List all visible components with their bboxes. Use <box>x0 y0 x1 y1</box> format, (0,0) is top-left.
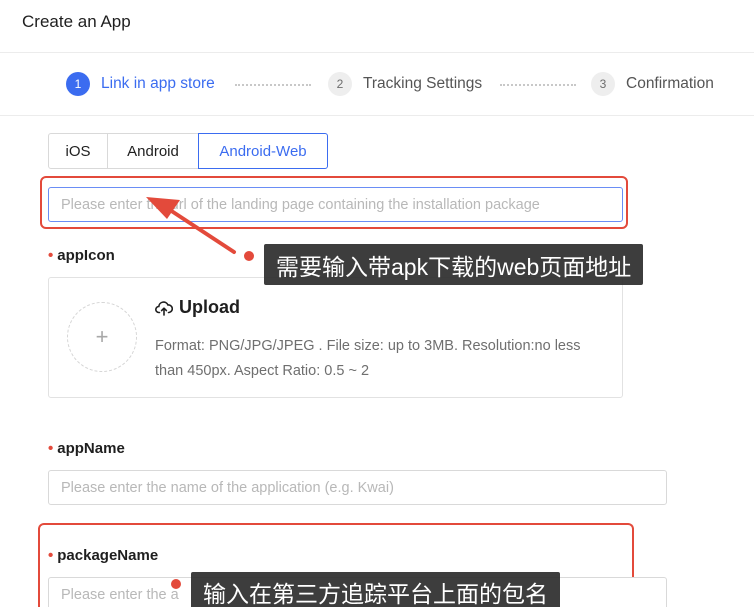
step-label: Link in app store <box>101 75 215 92</box>
required-mark: • <box>48 440 54 457</box>
step-label: Tracking Settings <box>363 75 483 92</box>
upload-hint: Format: PNG/JPG/JPEG . File size: up to … <box>155 338 581 379</box>
upload-label: Upload <box>179 297 240 317</box>
page-header: Create an App <box>0 0 754 53</box>
stepper: 1 Link in app store 2 Tracking Settings … <box>0 53 754 116</box>
cloud-upload-icon <box>155 300 173 316</box>
tab-android[interactable]: Android <box>107 133 199 169</box>
url-annotation-callout: 需要输入带apk下载的web页面地址 <box>264 244 644 285</box>
plus-icon: + <box>95 324 109 349</box>
package-name-label-text: packageName <box>57 547 159 564</box>
step-label: Confirmation <box>626 75 714 92</box>
app-icon-label-text: appIcon <box>57 247 115 264</box>
step-link-in-app-store[interactable]: 1 Link in app store <box>66 72 215 96</box>
tab-ios[interactable]: iOS <box>48 133 108 169</box>
landing-page-url-input[interactable]: Please enter the url of the landing page… <box>48 187 623 222</box>
app-name-label: • appName <box>48 440 125 457</box>
step-connector <box>235 84 311 86</box>
app-icon-upload-area[interactable]: + Upload Format: PNG/JPG/JPEG . File siz… <box>48 277 623 398</box>
required-mark: • <box>48 547 54 564</box>
upload-button[interactable]: Upload <box>155 297 240 318</box>
app-name-label-text: appName <box>57 440 125 457</box>
tab-android-web[interactable]: Android-Web <box>198 133 328 169</box>
step-confirmation[interactable]: 3 Confirmation <box>591 72 714 96</box>
package-name-label: • packageName <box>48 547 158 564</box>
platform-selector: iOS Android Android-Web <box>48 133 328 169</box>
page-title: Create an App <box>22 12 131 31</box>
step-number: 2 <box>328 72 352 96</box>
required-mark: • <box>48 247 54 264</box>
step-number: 3 <box>591 72 615 96</box>
step-tracking-settings[interactable]: 2 Tracking Settings <box>328 72 482 96</box>
annotation-dot <box>171 579 181 589</box>
step-connector <box>500 84 576 86</box>
app-name-input[interactable]: Please enter the name of the application… <box>48 470 667 505</box>
annotation-dot <box>244 251 254 261</box>
upload-plus-button[interactable]: + <box>67 302 137 372</box>
step-number: 1 <box>66 72 90 96</box>
app-icon-label: • appIcon <box>48 247 115 264</box>
package-annotation-callout: 输入在第三方追踪平台上面的包名 <box>191 572 560 607</box>
